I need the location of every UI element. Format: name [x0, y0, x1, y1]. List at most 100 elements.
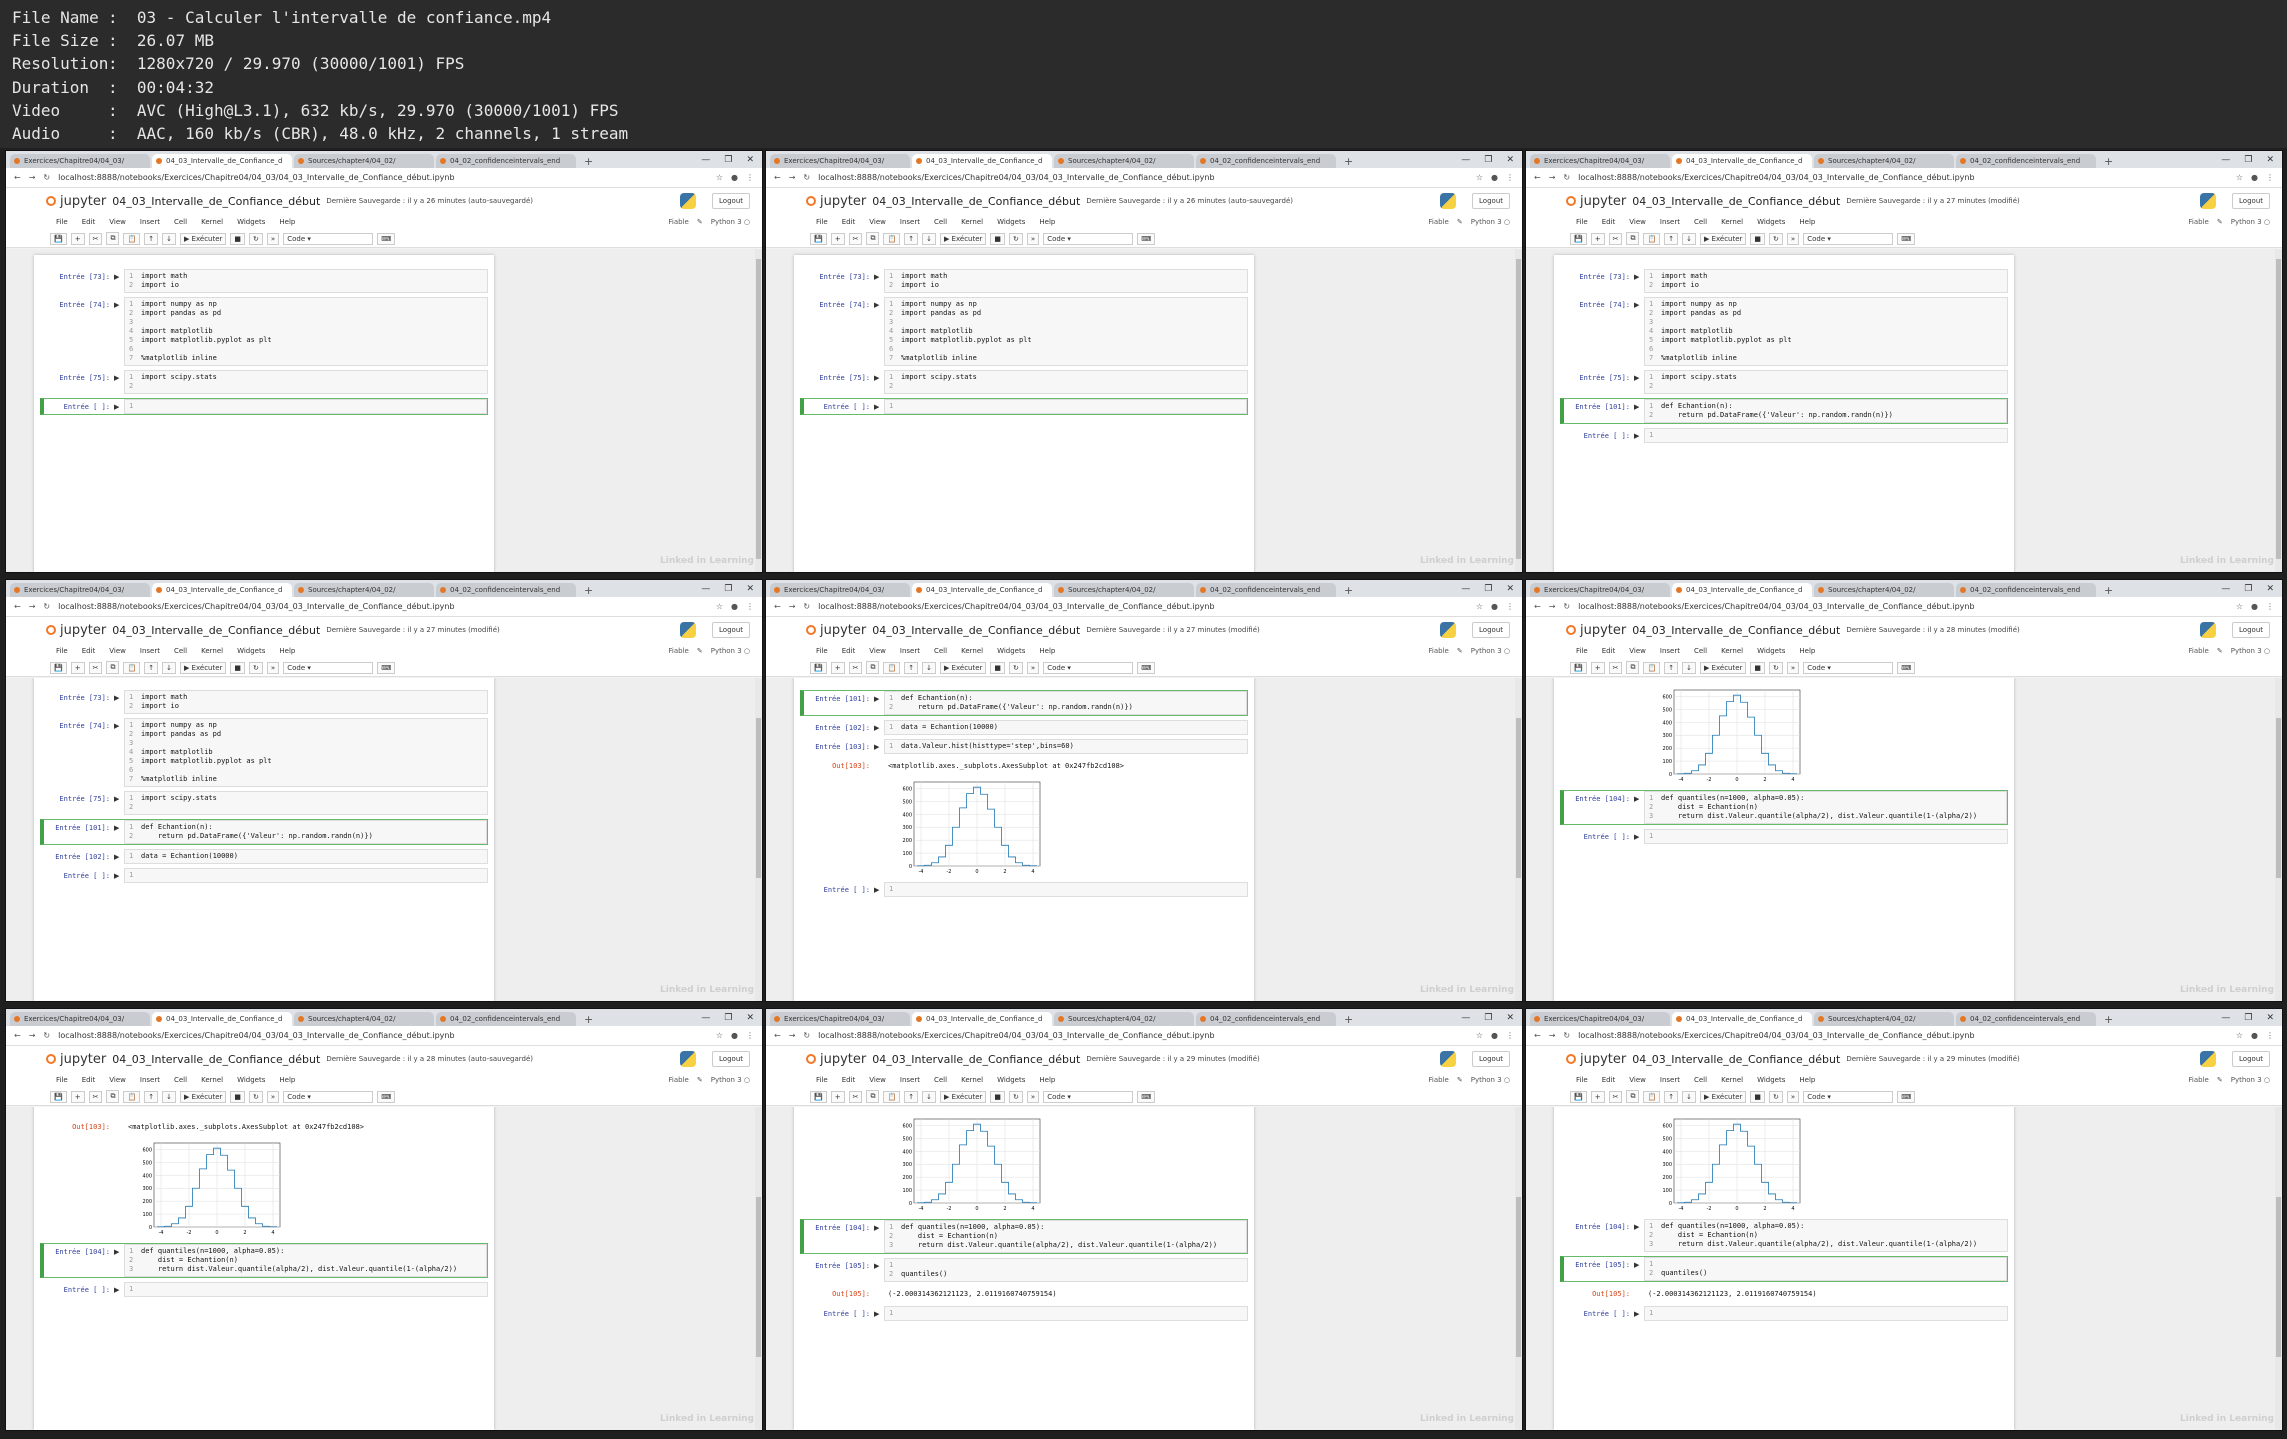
run-cell-icon[interactable]: ▶ [114, 1282, 124, 1297]
menu-item[interactable]: Kernel [961, 1076, 983, 1084]
close-icon[interactable]: ✕ [1506, 584, 1514, 594]
profile-icon[interactable]: ● [731, 173, 738, 182]
restart-icon[interactable]: ↻ [249, 661, 263, 674]
menu-item[interactable]: Help [1799, 218, 1815, 226]
run-cell-icon[interactable]: ▶ [1634, 297, 1644, 366]
jupyter-logo[interactable]: jupyter [1566, 194, 1626, 209]
logout-button[interactable]: Logout [2232, 622, 2270, 638]
code-editor[interactable]: 1 import scipy.stats 2 [1644, 370, 2008, 394]
close-icon[interactable]: ✕ [746, 155, 754, 165]
close-icon[interactable]: ✕ [1506, 155, 1514, 165]
paste-icon[interactable]: 📋 [123, 232, 141, 245]
minimize-icon[interactable]: — [2221, 1013, 2230, 1023]
back-icon[interactable]: ← [14, 173, 21, 182]
browser-tab[interactable]: Sources/chapter4/04_02/ [1054, 1012, 1194, 1026]
browser-tab[interactable]: Sources/chapter4/04_02/ [294, 583, 434, 597]
star-icon[interactable]: ☆ [2236, 173, 2243, 182]
notebook-name[interactable]: 04_03_Intervalle_de_Confiance_début [112, 1053, 320, 1066]
code-editor[interactable]: 1 def quantiles(n=1000, alpha=0.05): 2 dis… [1644, 791, 2007, 824]
browser-tab[interactable]: Sources/chapter4/04_02/ [1054, 154, 1194, 168]
minimize-icon[interactable]: — [701, 1013, 710, 1023]
back-icon[interactable]: ← [14, 1031, 21, 1040]
code-editor[interactable]: 1 def quantiles(n=1000, alpha=0.05): 2 dis… [1644, 1219, 2008, 1252]
code-editor[interactable]: 1 data = Echantion(10000) [884, 720, 1248, 735]
menu-item[interactable]: Insert [140, 1076, 160, 1084]
close-icon[interactable]: ✕ [1506, 1013, 1514, 1023]
keyboard-icon[interactable]: ⌨ [1897, 232, 1916, 245]
save-icon[interactable]: 💾 [50, 232, 67, 245]
menu-item[interactable]: View [109, 1076, 126, 1084]
kebab-menu-icon[interactable]: ⋮ [2266, 1031, 2274, 1040]
browser-tab[interactable]: Sources/chapter4/04_02/ [1814, 583, 1954, 597]
run-cell-icon[interactable]: ▶ [874, 269, 884, 293]
menu-item[interactable]: Cell [934, 647, 947, 655]
browser-tab[interactable]: Sources/chapter4/04_02/ [294, 154, 434, 168]
pencil-icon[interactable]: ✎ [1457, 218, 1463, 226]
run-cell-icon[interactable]: ▶ [1634, 1306, 1644, 1321]
cut-icon[interactable]: ✂ [848, 661, 863, 674]
menu-item[interactable]: Insert [1660, 647, 1680, 655]
scrollbar[interactable] [755, 678, 762, 1001]
paste-icon[interactable]: 📋 [883, 661, 901, 674]
profile-icon[interactable]: ● [2251, 173, 2258, 182]
run-cell-icon[interactable]: ▶ [1634, 829, 1644, 844]
run-button[interactable]: ▶ Exécuter [939, 232, 987, 245]
code-cell[interactable]: Entrée [74]: ▶ 1 import numpy as np 2 import … [800, 297, 1248, 366]
cell-type-select[interactable]: Code ▾ [1043, 661, 1134, 674]
minimize-icon[interactable]: — [2221, 155, 2230, 165]
fast-forward-icon[interactable]: » [1026, 661, 1040, 674]
fast-forward-icon[interactable]: » [266, 1090, 280, 1103]
run-cell-icon[interactable]: ▶ [1634, 399, 1644, 423]
url-field[interactable]: localhost:8888/notebooks/Exercices/Chapi… [1578, 1031, 2228, 1040]
close-icon[interactable]: ✕ [746, 584, 754, 594]
pencil-icon[interactable]: ✎ [1457, 647, 1463, 655]
cut-icon[interactable]: ✂ [1608, 1090, 1623, 1103]
fast-forward-icon[interactable]: » [266, 661, 280, 674]
kebab-menu-icon[interactable]: ⋮ [1506, 1031, 1514, 1040]
run-cell-icon[interactable]: ▶ [874, 1220, 884, 1253]
cell-type-select[interactable]: Code ▾ [1803, 232, 1894, 245]
code-editor[interactable]: 1 import scipy.stats 2 [884, 370, 1248, 394]
cut-icon[interactable]: ✂ [848, 1090, 863, 1103]
cell-type-select[interactable]: Code ▾ [283, 232, 374, 245]
code-editor[interactable]: 1 def Echantion(n): 2 return pd.DataFrame(… [884, 691, 1247, 715]
logout-button[interactable]: Logout [1472, 193, 1510, 209]
pencil-icon[interactable]: ✎ [2217, 1076, 2223, 1084]
stop-icon[interactable]: ■ [990, 232, 1006, 245]
stop-icon[interactable]: ■ [1750, 232, 1766, 245]
menu-item[interactable]: File [1576, 647, 1588, 655]
run-button[interactable]: ▶ Exécuter [1699, 232, 1747, 245]
notebook-name[interactable]: 04_03_Intervalle_de_Confiance_début [872, 624, 1080, 637]
reload-icon[interactable]: ↻ [1563, 602, 1570, 611]
add-cell-icon[interactable]: + [70, 232, 85, 245]
code-cell[interactable]: Entrée [105]: ▶ 1 2 quantiles() [800, 1258, 1248, 1282]
reload-icon[interactable]: ↻ [803, 173, 810, 182]
run-cell-icon[interactable]: ▶ [114, 297, 124, 366]
kebab-menu-icon[interactable]: ⋮ [2266, 602, 2274, 611]
run-cell-icon[interactable]: ▶ [874, 691, 884, 715]
forward-icon[interactable]: → [789, 602, 796, 611]
forward-icon[interactable]: → [1549, 173, 1556, 182]
code-editor[interactable]: 1 import scipy.stats 2 [124, 370, 488, 394]
maximize-icon[interactable]: ❐ [2244, 155, 2252, 165]
code-editor[interactable]: 1 def quantiles(n=1000, alpha=0.05): 2 dis… [124, 1244, 487, 1277]
copy-icon[interactable]: ⧉ [1626, 661, 1640, 674]
minimize-icon[interactable]: — [701, 584, 710, 594]
browser-tab[interactable]: 04_03_Intervalle_de_Confiance_d [1672, 583, 1812, 597]
stop-icon[interactable]: ■ [230, 1090, 246, 1103]
browser-tab[interactable]: Exercices/Chapitre04/04_03/ [770, 154, 910, 168]
code-cell[interactable]: Entrée [105]: ▶ 1 2 quantiles() [1560, 1256, 2008, 1282]
run-cell-icon[interactable]: ▶ [114, 791, 124, 815]
menu-item[interactable]: Widgets [997, 1076, 1025, 1084]
menu-item[interactable]: Kernel [1721, 218, 1743, 226]
copy-icon[interactable]: ⧉ [1626, 1090, 1640, 1103]
back-icon[interactable]: ← [774, 173, 781, 182]
code-editor[interactable]: 1 2 quantiles() [1644, 1257, 2007, 1281]
move-up-icon[interactable]: ↑ [904, 1090, 919, 1103]
menu-item[interactable]: File [56, 1076, 68, 1084]
logout-button[interactable]: Logout [1472, 1051, 1510, 1067]
logout-button[interactable]: Logout [712, 1051, 750, 1067]
keyboard-icon[interactable]: ⌨ [377, 1090, 396, 1103]
add-cell-icon[interactable]: + [830, 1090, 845, 1103]
save-icon[interactable]: 💾 [1570, 661, 1587, 674]
